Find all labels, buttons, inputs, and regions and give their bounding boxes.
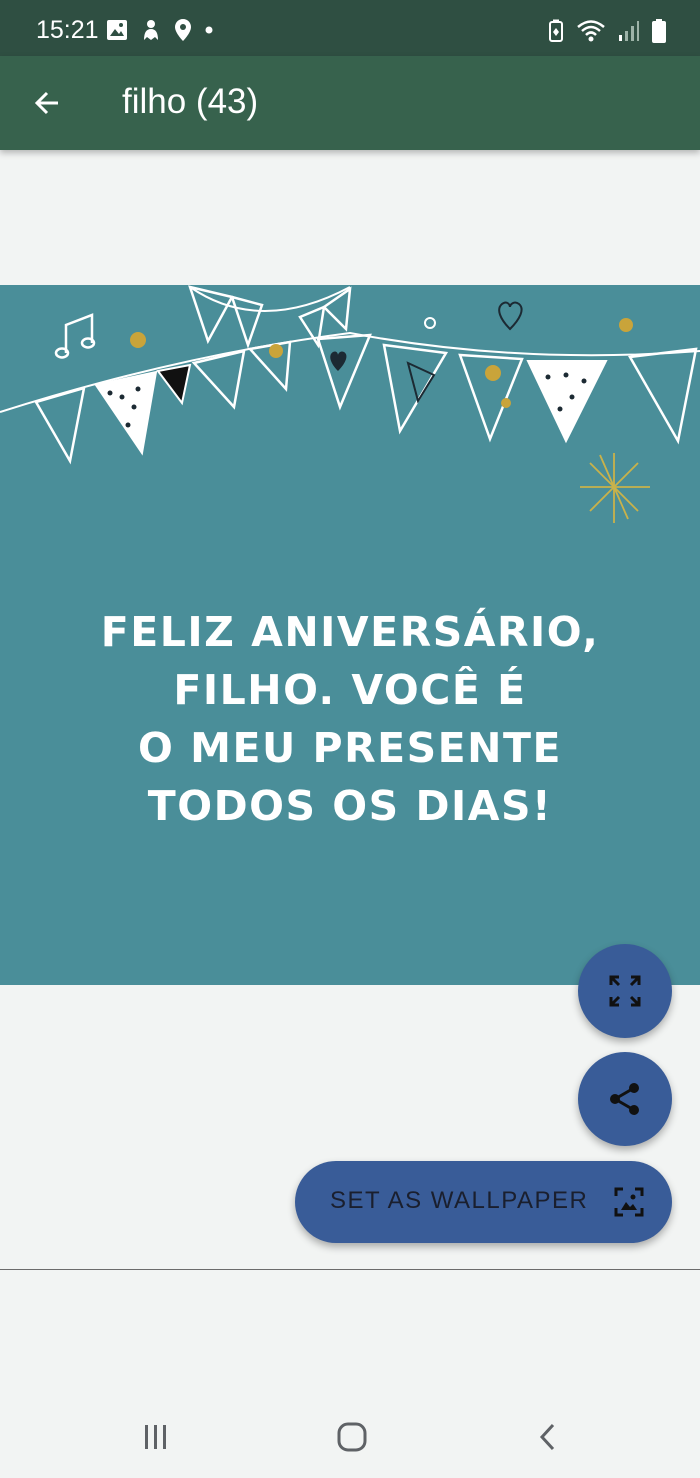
back-icon <box>539 1423 555 1451</box>
expand-icon <box>609 975 641 1007</box>
status-bar: 15:21 <box>0 0 700 56</box>
wallpaper-icon <box>614 1187 644 1217</box>
system-back-button[interactable] <box>528 1419 568 1455</box>
signal-icon <box>619 21 639 41</box>
home-button[interactable] <box>332 1419 372 1455</box>
wifi-icon <box>577 20 605 42</box>
arrow-left-icon <box>34 91 58 115</box>
recent-apps-button[interactable] <box>136 1419 176 1455</box>
home-icon <box>337 1422 367 1452</box>
set-wallpaper-button[interactable]: SET AS WALLPAPER <box>295 1161 672 1243</box>
divider <box>0 1269 700 1270</box>
greeting-line: FILHO. VOCÊ É <box>173 666 527 714</box>
dot-icon <box>205 26 213 34</box>
share-icon <box>610 1083 639 1115</box>
status-right-icons <box>548 18 666 44</box>
back-button[interactable] <box>24 80 70 126</box>
set-wallpaper-label: SET AS WALLPAPER <box>330 1187 589 1214</box>
share-button[interactable] <box>578 1052 672 1146</box>
ghost-icon <box>144 20 158 40</box>
navigation-bar <box>0 1395 700 1478</box>
status-left-icons <box>106 18 214 42</box>
fullscreen-button[interactable] <box>578 944 672 1038</box>
greeting-line: FELIZ ANIVERSÁRIO, <box>100 608 600 656</box>
location-pin-icon <box>175 19 191 41</box>
greeting-line: O MEU PRESENTE <box>138 724 562 772</box>
greeting-message: FELIZ ANIVERSÁRIO, FILHO. VOCÊ É O MEU P… <box>0 603 700 835</box>
status-time: 15:21 <box>36 16 99 44</box>
greeting-image: FELIZ ANIVERSÁRIO, FILHO. VOCÊ É O MEU P… <box>0 285 700 985</box>
greeting-line: TODOS OS DIAS! <box>147 782 553 830</box>
battery-icon <box>652 19 666 43</box>
page-title: filho (43) <box>122 82 259 121</box>
recent-apps-icon <box>145 1425 166 1449</box>
app-bar: filho (43) <box>0 56 700 150</box>
image-icon <box>107 20 127 40</box>
battery-saver-icon <box>549 19 563 42</box>
